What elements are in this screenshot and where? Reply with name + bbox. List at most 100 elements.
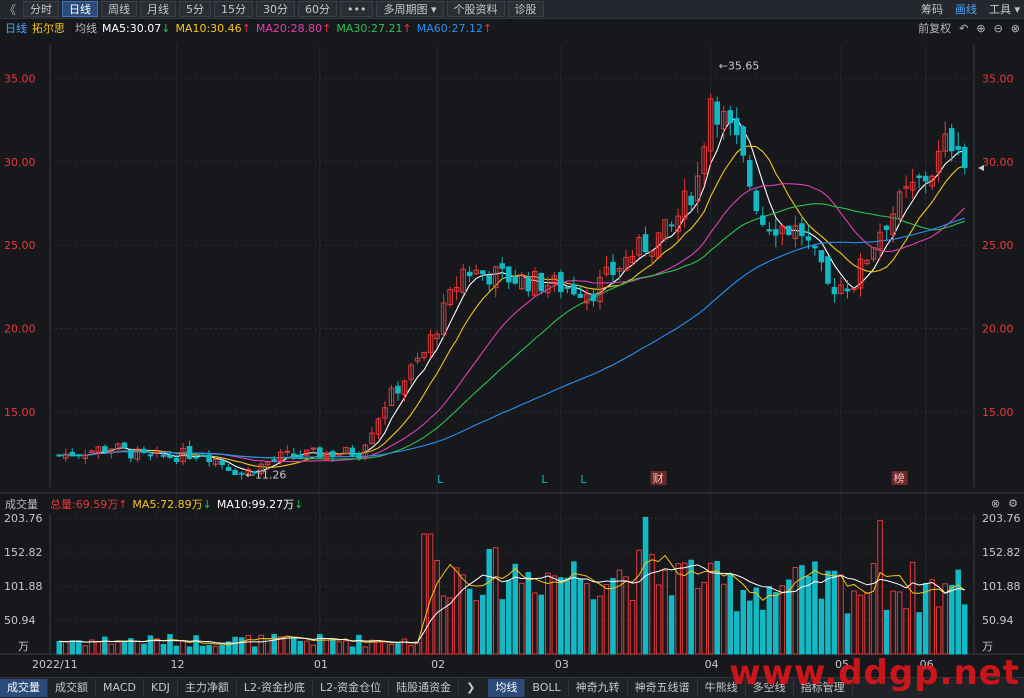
vol-tick-label-right: 101.88 xyxy=(982,580,1021,593)
volume-bar xyxy=(167,634,173,655)
period-tab[interactable]: 分时 xyxy=(23,1,60,17)
candle-body xyxy=(395,385,401,394)
volume-bar xyxy=(714,560,720,655)
indicator-tab[interactable]: L2-资金抄底 xyxy=(237,679,314,697)
down-arrow-icon: ↓ xyxy=(294,497,304,511)
back-icon[interactable]: 《 xyxy=(0,1,20,18)
volume-bar xyxy=(310,644,317,655)
overlay-tab[interactable]: 神奇五线谱 xyxy=(628,679,698,697)
volume-bar xyxy=(382,641,388,655)
volume-bar xyxy=(955,569,962,655)
volume-bar xyxy=(447,597,453,655)
period-tab[interactable]: 60分 xyxy=(298,1,338,17)
x-tick-label: 03 xyxy=(555,658,569,671)
candle-body xyxy=(688,195,694,206)
candle-body xyxy=(199,454,206,457)
close-icon[interactable]: ⊗ xyxy=(991,497,1000,510)
volume-bar xyxy=(62,641,69,655)
toolbar-right-item[interactable]: 工具 ▾ xyxy=(989,1,1020,17)
undo-icon[interactable]: ↶ xyxy=(959,22,968,35)
close-icon[interactable]: ⊗ xyxy=(1011,22,1020,35)
period-tab[interactable]: ••• xyxy=(340,1,374,17)
indicator-tab[interactable]: 成交额 xyxy=(48,679,96,697)
indicator-tab[interactable]: 成交量 xyxy=(0,679,48,697)
ma5-line xyxy=(59,117,965,473)
period-tab[interactable]: 多周期图 ▾ xyxy=(376,1,444,17)
up-arrow-icon: ↑ xyxy=(482,21,493,35)
volume-bar xyxy=(297,640,304,655)
overlay-tab[interactable]: 均线 xyxy=(488,679,526,697)
overlay-tab[interactable]: 神奇九转 xyxy=(569,679,628,697)
period-tabs: 《 分时 日线 周线 月线 5分 15分 30分 60分 ••• 多周期图 ▾ 个股资料 诊股 xyxy=(0,0,544,18)
settings-icon[interactable]: ⚙ xyxy=(1008,497,1018,510)
volume-bar xyxy=(232,636,238,655)
zoom-out-icon[interactable]: ⊖ xyxy=(994,22,1003,35)
candle-body xyxy=(642,234,649,253)
l-marker: L xyxy=(580,473,587,486)
candle-body xyxy=(206,454,212,463)
indicator-tab[interactable]: MACD xyxy=(96,679,144,697)
period-tab[interactable]: 周线 xyxy=(101,1,138,17)
period-tab[interactable]: 个股资料 xyxy=(446,1,505,17)
ma60-line xyxy=(59,217,965,459)
candle-body xyxy=(56,454,63,457)
volume-bar xyxy=(740,589,747,655)
candle-body xyxy=(310,447,317,450)
indicator-tab[interactable]: KDJ xyxy=(144,679,178,697)
volume-bar xyxy=(108,643,115,655)
ma-type-label[interactable]: 均线 xyxy=(75,20,97,36)
period-tab[interactable]: 诊股 xyxy=(507,1,544,17)
candle-body xyxy=(499,263,506,269)
y-tick-label-right: 30.00 xyxy=(982,156,1014,169)
volume-bar xyxy=(251,646,258,655)
volume-bar xyxy=(629,599,636,655)
ma5-value: MA5:30.07 xyxy=(102,21,162,35)
candle-body xyxy=(225,466,232,471)
indicator-left-tabs: 成交量 成交额 MACD KDJ 主力净额 L2-资金抄底 L2-资金仓位 陆股通资金 xyxy=(0,678,460,698)
zoom-in-icon[interactable]: ⊕ xyxy=(976,22,985,35)
candle-body xyxy=(564,286,571,289)
period-tab[interactable]: 5分 xyxy=(179,1,212,17)
volume-bar xyxy=(466,588,473,655)
indicator-tab[interactable]: 陆股通资金 xyxy=(389,679,460,697)
period-label[interactable]: 日线 xyxy=(5,20,27,36)
candle-body xyxy=(232,469,238,476)
volume-bar xyxy=(238,637,245,655)
candle-body xyxy=(186,445,193,459)
candle-body xyxy=(486,275,492,285)
volume-bar xyxy=(668,595,675,655)
toolbar-right-item[interactable]: 画线 xyxy=(955,1,977,17)
volume-bar xyxy=(408,645,414,655)
candle-body xyxy=(69,451,76,457)
volume-bar xyxy=(479,594,486,655)
kline-chart[interactable]: 15.00 15.00 20.00 20.00 25.00 25.00 30.00 30.00… xyxy=(0,37,1024,677)
y-tick-label-right: 35.00 xyxy=(982,72,1014,85)
candle-body xyxy=(916,175,922,179)
indicator-tab[interactable]: L2-资金仓位 xyxy=(313,679,390,697)
volume-bar xyxy=(545,572,551,655)
candle-body xyxy=(818,250,825,263)
volume-bar xyxy=(180,640,186,655)
period-tab[interactable]: 月线 xyxy=(140,1,177,17)
volume-bar xyxy=(603,584,610,655)
period-tab[interactable]: 日线 xyxy=(62,1,99,17)
candle-body xyxy=(922,175,929,182)
x-tick-label: 2022/11 xyxy=(32,658,78,671)
total-volume: 总量:69.59万 xyxy=(50,498,119,511)
scroll-right-icon[interactable]: ❯ xyxy=(459,679,482,697)
ma-legend: 日线 拓尔思 均线 MA5:30.07 ↓ MA10:30.46 ↑ MA20:28… xyxy=(0,19,1024,37)
period-tab[interactable]: 15分 xyxy=(214,1,254,17)
volume-bar xyxy=(199,645,206,655)
period-tab[interactable]: 30分 xyxy=(256,1,296,17)
fq-selector[interactable]: 前复权 xyxy=(918,20,951,36)
ma10-value: MA10:30.46 xyxy=(175,21,242,35)
indicator-tab[interactable]: 主力净额 xyxy=(178,679,237,697)
candle-body xyxy=(512,276,519,284)
x-tick-label: 01 xyxy=(314,658,328,671)
toolbar-right-item[interactable]: 筹码 xyxy=(921,1,943,17)
vol-unit-left: 万 xyxy=(18,640,29,653)
overlay-tab[interactable]: BOLL xyxy=(525,679,569,697)
volume-legend: 成交量 总量:69.59万 ↑ MA5:72.89万 ↓ MA10:99.27万 ↓ xyxy=(0,496,1024,512)
down-arrow-icon: ↓ xyxy=(161,21,171,35)
candle-body xyxy=(466,271,473,277)
